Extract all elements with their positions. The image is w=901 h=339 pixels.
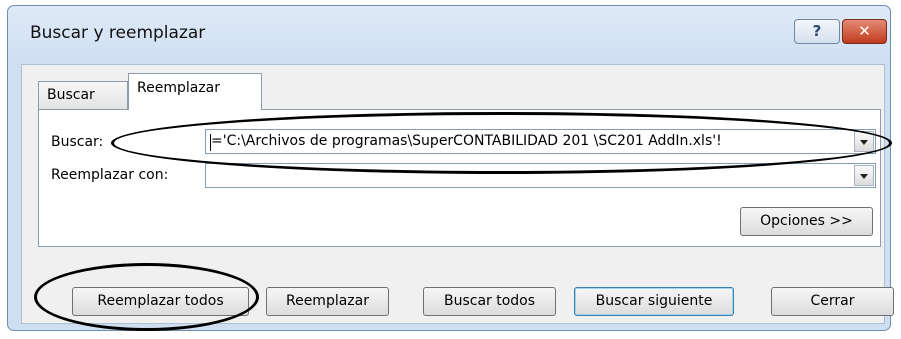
replace-dropdown-button[interactable] [854, 165, 874, 186]
find-all-button[interactable]: Buscar todos [423, 287, 556, 316]
help-icon: ? [812, 22, 822, 40]
close-window-button[interactable]: ✕ [842, 19, 887, 44]
tab-reemplazar[interactable]: Reemplazar [128, 73, 262, 110]
close-icon: ✕ [858, 22, 871, 40]
dialog-body: Buscar Reemplazar Buscar: ='C:\Archivos … [21, 64, 894, 324]
title-bar[interactable]: Buscar y reemplazar ? ✕ [8, 6, 890, 58]
find-dropdown-button[interactable] [854, 131, 874, 152]
find-label: Buscar: [51, 134, 104, 150]
tab-buscar[interactable]: Buscar [38, 81, 128, 109]
replace-button[interactable]: Reemplazar [266, 287, 389, 316]
options-button[interactable]: Opciones >> [740, 207, 873, 236]
tab-buscar-label: Buscar [47, 87, 95, 103]
tab-panel: Buscar: ='C:\Archivos de programas\Super… [38, 109, 881, 247]
replace-all-button[interactable]: Reemplazar todos [72, 287, 249, 316]
replace-combobox[interactable] [205, 163, 876, 188]
find-replace-dialog: Buscar y reemplazar ? ✕ Buscar Reemplaza… [7, 5, 894, 331]
close-button[interactable]: Cerrar [771, 287, 894, 316]
help-button[interactable]: ? [794, 19, 840, 44]
find-combobox[interactable]: ='C:\Archivos de programas\SuperCONTABIL… [205, 129, 876, 154]
find-next-button[interactable]: Buscar siguiente [574, 287, 734, 316]
tab-reemplazar-label: Reemplazar [137, 80, 221, 96]
find-input[interactable]: ='C:\Archivos de programas\SuperCONTABIL… [211, 133, 831, 149]
window-title: Buscar y reemplazar [30, 23, 206, 43]
replace-label: Reemplazar con: [51, 167, 169, 183]
